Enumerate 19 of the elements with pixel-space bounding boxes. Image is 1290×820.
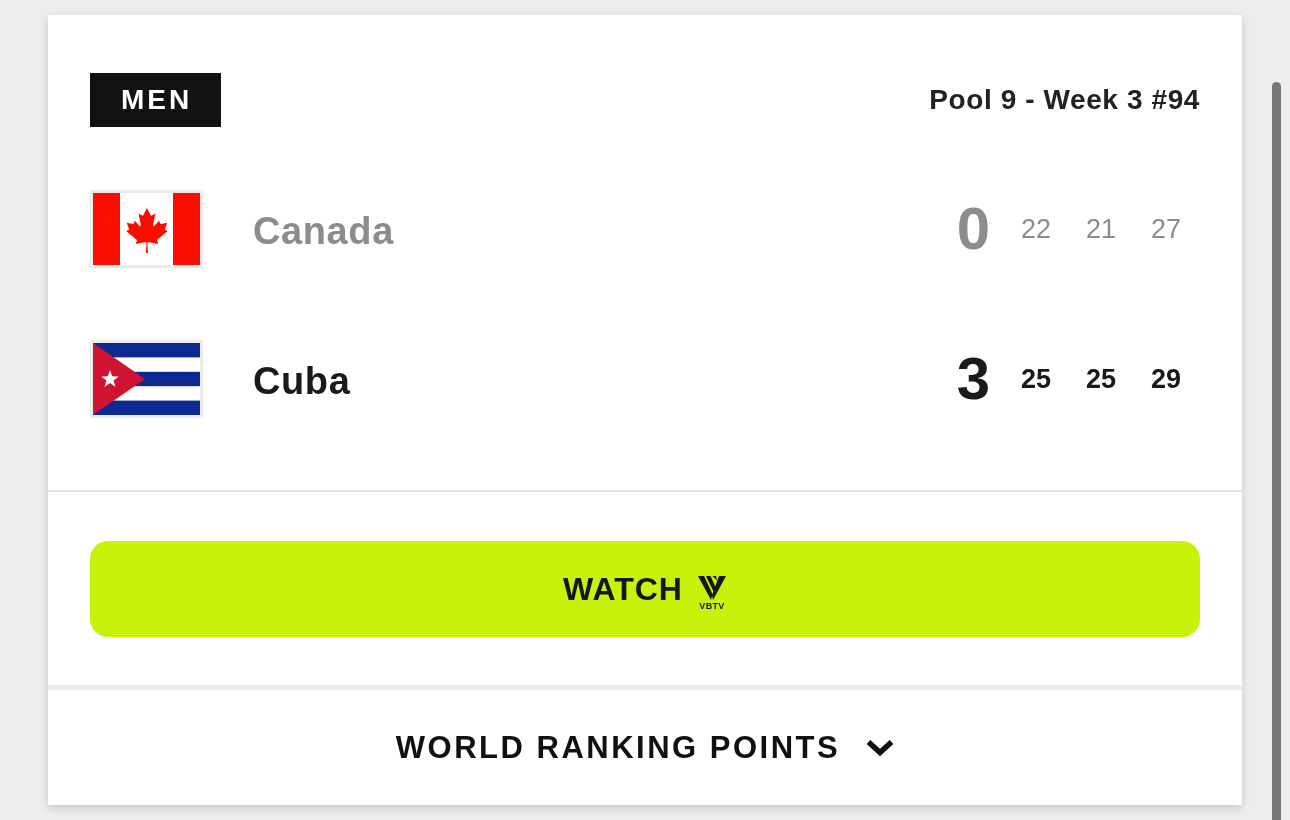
category-badge: MEN [90, 73, 222, 127]
ranking-points-toggle[interactable]: WORLD RANKING POINTS [48, 690, 1242, 805]
set-score: 22 [1019, 215, 1052, 243]
set-score: 21 [1084, 215, 1117, 243]
watch-button[interactable]: WATCH VBTV [90, 541, 1200, 637]
scrollbar-thumb[interactable] [1272, 82, 1281, 820]
set-score: 25 [1019, 365, 1052, 393]
team-name: Canada [253, 208, 395, 253]
set-score: 25 [1084, 365, 1117, 393]
canada-flag-icon [90, 190, 203, 268]
match-title: Pool 9 - Week 3 #94 [929, 84, 1200, 116]
logo-text: VBTV [699, 601, 725, 611]
sets-won-score: 0 [956, 199, 990, 259]
team-name: Cuba [253, 358, 352, 403]
set-score: 27 [1149, 215, 1182, 243]
sets-won-score: 3 [956, 349, 990, 409]
v-logo-icon [696, 575, 727, 600]
cuba-flag-icon [90, 340, 203, 418]
set-score: 29 [1149, 365, 1182, 393]
